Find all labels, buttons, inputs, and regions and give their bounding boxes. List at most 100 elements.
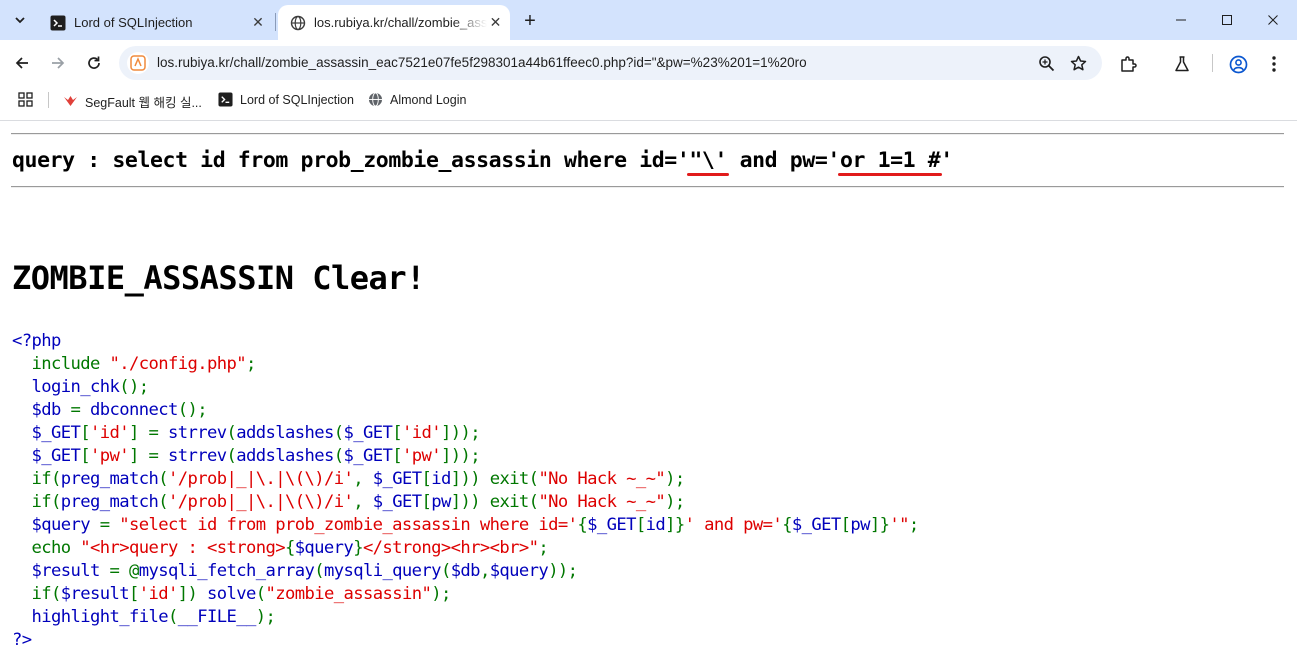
code-token: include <box>12 354 110 374</box>
code-token: 'id' <box>90 423 130 443</box>
code-token: = <box>70 400 90 420</box>
code-token: , <box>479 561 490 581</box>
query-part-5: ' <box>940 148 953 173</box>
code-line: include "./config.php"; <box>12 353 919 376</box>
code-token: $_GET <box>587 515 636 535</box>
bookmark-almond-login[interactable]: Almond Login <box>368 92 466 107</box>
code-token: id <box>645 515 666 535</box>
code-token: '/prob|_|\.|\(\)/i' <box>167 492 354 512</box>
code-token: __FILE__ <box>177 607 257 627</box>
code-token: { <box>782 515 792 535</box>
code-token: ); <box>665 492 685 512</box>
code-token: "zombie_assassin" <box>265 584 432 604</box>
clear-message: ZOMBIE_ASSASSIN Clear! <box>12 259 425 297</box>
extensions-button[interactable] <box>1118 54 1138 74</box>
code-token: $db <box>450 561 481 581</box>
query-part-1: select id from prob_zombie_assassin wher… <box>112 148 690 173</box>
code-token: highlight_file <box>31 607 169 627</box>
code-token: $db <box>31 400 71 420</box>
bookmark-segfault[interactable]: SegFault 웹 해킹 실... <box>63 92 202 111</box>
source-code: <?php include "./config.php"; login_chk(… <box>12 330 919 652</box>
tab-zombie-assassin[interactable]: los.rubiya.kr/chall/zombie_assassin ✕ <box>278 5 510 40</box>
horizontal-rule <box>11 186 1284 188</box>
code-token: ]} <box>665 515 685 535</box>
account-circle-icon <box>1229 55 1247 73</box>
code-token: ); <box>255 607 276 627</box>
profile-button[interactable] <box>1228 54 1248 74</box>
back-button[interactable] <box>9 50 35 76</box>
code-token: [ <box>80 446 90 466</box>
red-underline-pw <box>837 173 943 176</box>
page-content: query : select id from prob_zombie_assas… <box>0 121 1297 671</box>
code-line: if(preg_match('/prob|_|\.|\(\)/i', $_GET… <box>12 491 919 514</box>
code-token: ; <box>538 538 549 558</box>
reload-button[interactable] <box>81 50 107 76</box>
minimize-icon <box>1176 19 1186 21</box>
tab-lord-of-sqlinjection[interactable]: Lord of SQLInjection ✕ <box>38 5 274 40</box>
bookmark-lord-of-sqlinjection[interactable]: Lord of SQLInjection <box>218 92 354 107</box>
horizontal-rule <box>11 133 1284 135</box>
maximize-button[interactable] <box>1204 0 1250 40</box>
query-id-value: "\' <box>689 148 728 173</box>
code-token: preg_match <box>60 492 159 512</box>
puzzle-icon <box>1121 56 1137 72</box>
tab-search-button[interactable] <box>7 7 33 33</box>
bookmark-star-button[interactable] <box>1069 54 1087 72</box>
code-token: ; <box>908 515 919 535</box>
code-token: [ <box>421 492 432 512</box>
reload-icon <box>88 56 100 69</box>
code-token: ]} <box>869 515 890 535</box>
code-token: , <box>353 492 373 512</box>
code-token: preg_match <box>60 469 159 489</box>
site-info-button[interactable] <box>127 52 149 74</box>
code-token: <?php <box>12 331 61 351</box>
globe-icon <box>368 92 383 107</box>
address-bar[interactable]: los.rubiya.kr/chall/zombie_assassin_eac7… <box>119 46 1102 80</box>
code-token: if( <box>12 584 61 604</box>
minimize-button[interactable] <box>1158 0 1204 40</box>
code-token: ])); <box>440 423 481 443</box>
zoom-button[interactable] <box>1037 54 1055 72</box>
code-token: ( <box>167 607 178 627</box>
code-token: strrev <box>168 446 227 466</box>
code-token: ]) <box>177 584 207 604</box>
code-token: (); <box>119 377 149 397</box>
code-token: $_GET <box>31 446 81 466</box>
code-token: dbconnect <box>90 400 178 420</box>
bookmark-label: SegFault 웹 해킹 실... <box>85 96 202 110</box>
forward-button[interactable] <box>45 50 71 76</box>
menu-button[interactable] <box>1264 54 1284 74</box>
code-token: 'pw' <box>401 446 442 466</box>
close-tab-icon[interactable]: ✕ <box>248 13 268 33</box>
url-text[interactable]: los.rubiya.kr/chall/zombie_assassin_eac7… <box>157 55 807 70</box>
code-token: "./config.php" <box>109 354 246 374</box>
code-token: 'pw' <box>90 446 130 466</box>
red-underline-id <box>687 173 730 176</box>
code-token: $_GET <box>31 423 81 443</box>
code-line: highlight_file(__FILE__); <box>12 606 919 629</box>
code-token: $_GET <box>372 469 422 489</box>
code-token: "select id from prob_zombie_assassin whe… <box>119 515 578 535</box>
query-prefix: query : <box>12 148 113 173</box>
code-token: $_GET <box>791 515 841 535</box>
globe-icon <box>290 15 306 30</box>
close-tab-icon[interactable]: ✕ <box>487 13 504 33</box>
code-token: pw <box>850 515 870 535</box>
apps-button[interactable] <box>18 92 33 107</box>
query-line: query : select id from prob_zombie_assas… <box>12 148 953 173</box>
new-tab-button[interactable]: + <box>518 9 542 33</box>
tab-strip: Lord of SQLInjection ✕ los.rubiya.kr/cha… <box>0 0 1297 40</box>
zoom-icon <box>1038 55 1054 71</box>
window-close-button[interactable] <box>1250 0 1296 40</box>
code-token: solve <box>206 584 256 604</box>
code-token: id <box>431 469 451 489</box>
code-token: [ <box>840 515 851 535</box>
labs-button[interactable] <box>1172 54 1192 74</box>
apps-grid-icon <box>18 92 33 107</box>
code-token: '" <box>889 515 909 535</box>
maximize-icon <box>1222 15 1232 25</box>
code-token: ); <box>431 584 451 604</box>
